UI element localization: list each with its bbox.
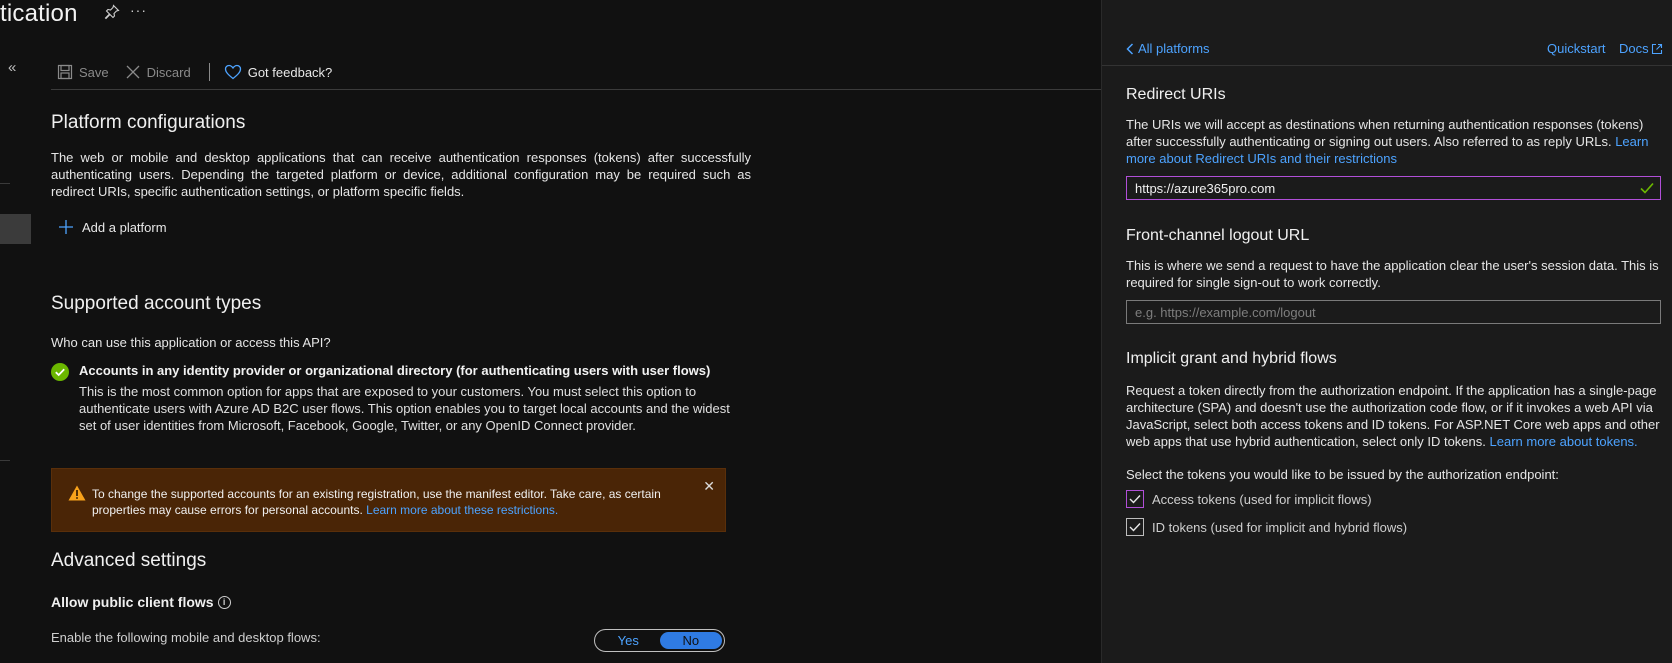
chevron-left-icon [1126,42,1134,55]
docs-link[interactable]: Docs [1619,41,1663,56]
id-tokens-label: ID tokens (used for implicit and hybrid … [1152,519,1408,535]
more-options-icon[interactable]: ··· [130,2,147,18]
redirect-uri-value: https://azure365pro.com [1135,180,1276,196]
logout-url-heading: Front-channel logout URL [1126,227,1310,244]
logout-url-description: This is where we send a request to have … [1126,258,1659,290]
external-link-icon [1651,43,1662,54]
toggle-yes[interactable]: Yes [597,632,660,649]
save-button[interactable]: Save [57,64,109,80]
warning-message: To change the supported accounts for an … [92,486,672,518]
add-platform-label: Add a platform [82,219,167,235]
dismiss-warning-button[interactable]: ✕ [703,478,715,495]
warning-banner: To change the supported accounts for an … [51,468,726,532]
save-label: Save [79,64,109,80]
restrictions-link[interactable]: Learn more about these restrictions. [366,503,558,517]
pin-icon[interactable] [104,4,120,20]
redirect-uris-heading: Redirect URIs [1126,86,1226,103]
toolbar-separator [208,63,210,81]
implicit-grant-heading: Implicit grant and hybrid flows [1126,350,1337,367]
tokens-link[interactable]: Learn more about tokens. [1490,434,1638,449]
advanced-settings-heading: Advanced settings [51,550,207,571]
heart-icon [224,64,241,80]
feedback-button[interactable]: Got feedback? [224,64,333,80]
quickstart-link[interactable]: Quickstart [1547,41,1606,56]
account-types-heading: Supported account types [51,293,262,314]
valid-check-icon [1640,182,1654,194]
discard-button[interactable]: Discard [125,64,191,80]
logout-url-placeholder: e.g. https://example.com/logout [1135,304,1316,320]
warning-icon [68,485,86,501]
collapse-sidebar-button[interactable]: « [8,59,16,76]
success-check-icon [51,363,69,381]
checkmark-icon [1129,523,1141,532]
checkmark-icon [1129,495,1141,504]
info-icon[interactable]: i [217,595,231,609]
command-bar: Save Discard Got feedback? [57,60,348,84]
toolbar-divider [51,89,1103,90]
all-platforms-link[interactable]: All platforms [1126,41,1210,56]
access-tokens-checkbox[interactable] [1126,490,1144,508]
platform-config-heading: Platform configurations [51,112,246,133]
all-platforms-label: All platforms [1138,41,1210,56]
add-platform-button[interactable]: Add a platform [58,219,167,235]
flows-label: Enable the following mobile and desktop … [51,630,321,645]
account-option-label: Accounts in any identity provider or org… [79,363,711,378]
allow-public-client-label: Allow public client flows i [51,594,231,610]
redirect-uris-description: The URIs we will accept as destinations … [1126,116,1666,167]
toggle-no[interactable]: No [659,632,722,649]
public-client-toggle: Yes No [594,629,725,652]
allow-public-client-text: Allow public client flows [51,594,214,610]
plus-icon [59,220,73,234]
nav-divider [0,460,10,461]
access-tokens-checkbox-row[interactable]: Access tokens (used for implicit flows) [1126,490,1372,508]
configure-platform-panel: All platforms Quickstart Docs Redirect U… [1101,0,1672,663]
redirect-uri-input[interactable]: https://azure365pro.com [1126,176,1661,200]
account-types-question: Who can use this application or access t… [51,335,331,350]
redirect-uris-text: The URIs we will accept as destinations … [1126,117,1644,149]
id-tokens-checkbox[interactable] [1126,518,1144,536]
nav-selected-item[interactable] [0,214,31,244]
id-tokens-checkbox-row[interactable]: ID tokens (used for implicit and hybrid … [1126,518,1407,536]
platform-config-description: The web or mobile and desktop applicatio… [51,150,751,199]
page-title: tication [0,0,78,27]
implicit-grant-description: Request a token directly from the author… [1126,382,1666,450]
access-tokens-label: Access tokens (used for implicit flows) [1152,491,1372,507]
logout-url-input[interactable]: e.g. https://example.com/logout [1126,300,1661,324]
discard-label: Discard [146,64,191,80]
nav-divider [0,183,10,184]
panel-divider [1102,65,1672,66]
save-icon [57,64,73,80]
account-option-description: This is the most common option for apps … [79,384,730,433]
token-select-label: Select the tokens you would like to be i… [1126,467,1559,482]
feedback-label: Got feedback? [247,64,333,80]
docs-label: Docs [1619,41,1649,56]
close-icon [126,65,140,79]
